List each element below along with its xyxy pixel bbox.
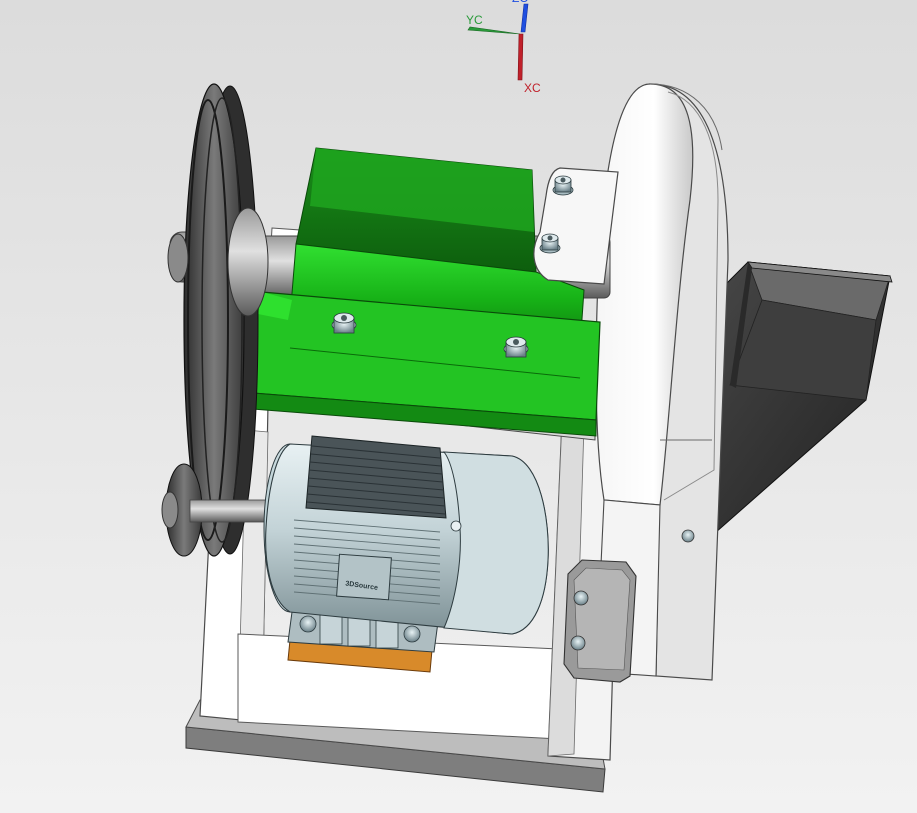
y-axis-label: YC <box>466 13 483 27</box>
z-axis-arrow <box>520 3 529 33</box>
motor-shaft <box>189 499 273 523</box>
bearing-bolt <box>503 336 529 358</box>
x-axis-label: XC <box>524 81 541 95</box>
bracket-bolt-bottom <box>570 635 586 651</box>
pulley-shaft-end <box>167 233 189 283</box>
z-axis-label: ZC <box>512 0 528 5</box>
bearing-housing[interactable] <box>239 147 601 437</box>
side-bracket[interactable] <box>563 559 637 683</box>
axis-triad: YC ZC XC <box>466 0 541 95</box>
motor-terminal-box <box>305 435 447 519</box>
x-axis-arrow <box>517 33 524 81</box>
motor-name-plate <box>336 553 392 601</box>
electric-motor[interactable]: 3DSource <box>263 435 549 673</box>
motor-front-screw <box>450 520 462 532</box>
motor-foot-block <box>319 613 343 645</box>
housing-side-bolt <box>681 529 695 543</box>
pulley-hub <box>227 207 269 317</box>
top-bracket-plate <box>533 167 619 285</box>
top-bracket-bolt <box>552 175 574 196</box>
cad-viewport[interactable]: 3DSource YC ZC XC <box>0 0 917 813</box>
motor-pulley-hub <box>161 491 179 529</box>
top-bracket[interactable] <box>533 167 619 285</box>
y-axis-arrow <box>467 26 521 35</box>
side-bracket-face <box>573 567 631 671</box>
top-bracket-bolt <box>539 233 561 254</box>
bracket-bolt-top <box>573 590 589 606</box>
bearing-bolt <box>331 312 357 334</box>
motor-foot-block <box>347 615 371 647</box>
